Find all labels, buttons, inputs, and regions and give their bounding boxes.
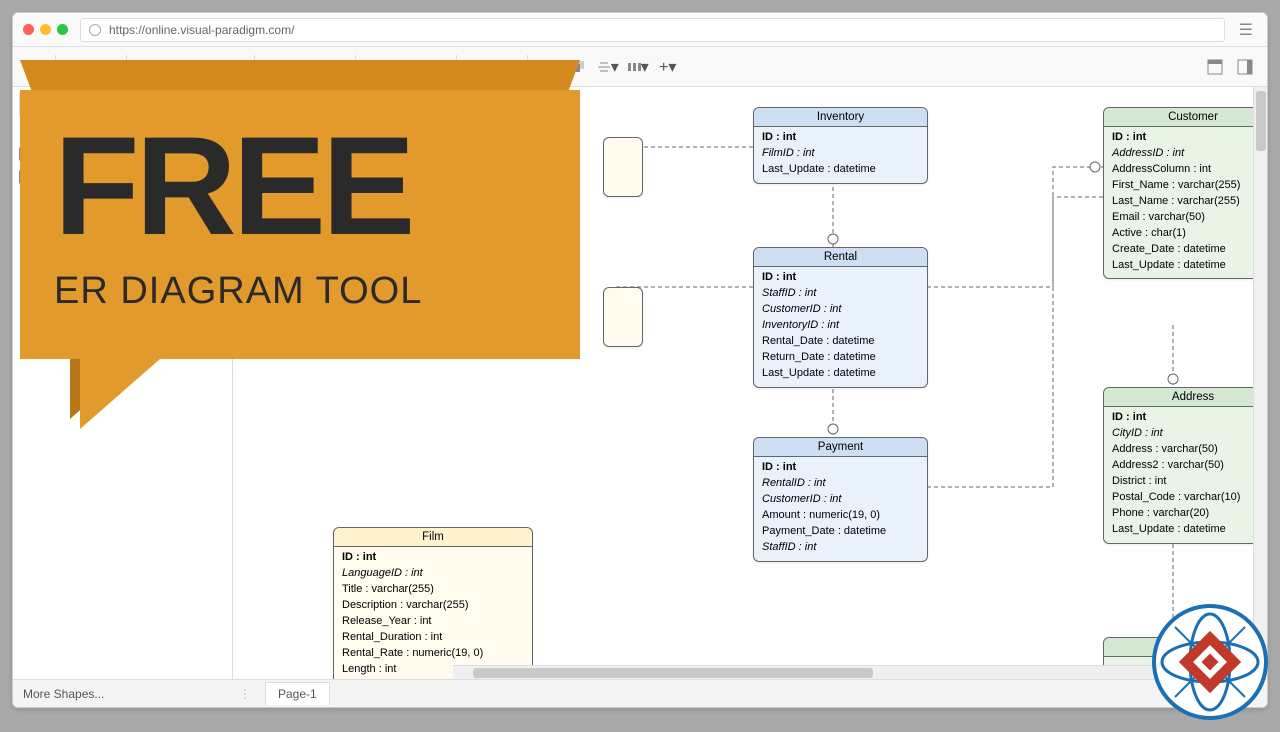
entity-body: ID : int CityID : int Address : varchar(… xyxy=(1104,407,1267,543)
entity-inventory[interactable]: Inventory ID : int FilmID : int Last_Upd… xyxy=(753,107,928,184)
url-text: https://online.visual-paradigm.com/ xyxy=(109,23,294,37)
url-bar[interactable]: https://online.visual-paradigm.com/ xyxy=(80,18,1225,42)
banner-subtitle: ER DIAGRAM TOOL xyxy=(54,270,546,313)
format-panel-button[interactable] xyxy=(1231,53,1259,81)
site-info-icon xyxy=(89,24,101,36)
outline-panel-button[interactable] xyxy=(1201,53,1229,81)
entity-customer[interactable]: Customer ID : int AddressID : int Addres… xyxy=(1103,107,1267,279)
entity-title: Film xyxy=(334,528,532,547)
entity-title: Inventory xyxy=(754,108,927,127)
entity-rental[interactable]: Rental ID : int StaffID : int CustomerID… xyxy=(753,247,928,388)
horizontal-scrollbar[interactable] xyxy=(453,665,1253,679)
entity-address[interactable]: Address ID : int CityID : int Address : … xyxy=(1103,387,1267,544)
vertical-scrollbar[interactable] xyxy=(1253,87,1267,679)
visual-paradigm-logo xyxy=(1150,602,1270,722)
status-bar: More Shapes... ⋮ Page-1 xyxy=(13,679,1267,707)
more-shapes-button[interactable]: More Shapes... xyxy=(13,687,233,701)
entity-obscured-1[interactable] xyxy=(603,137,643,197)
titlebar: https://online.visual-paradigm.com/ ☰ xyxy=(13,13,1267,47)
add-button[interactable]: +▾ xyxy=(654,53,682,81)
entity-body: ID : int LanguageID : int Title : varcha… xyxy=(334,547,532,679)
entity-title: Customer xyxy=(1104,108,1267,127)
entity-body: ID : int RentalID : int CustomerID : int… xyxy=(754,457,927,561)
maximize-icon[interactable] xyxy=(57,24,68,35)
align-button[interactable]: ▾ xyxy=(594,53,622,81)
entity-title: Payment xyxy=(754,438,927,457)
entity-film[interactable]: Film ID : int LanguageID : int Title : v… xyxy=(333,527,533,679)
promo-banner: FREE ER DIAGRAM TOOL xyxy=(20,60,580,500)
entity-payment[interactable]: Payment ID : int RentalID : int Customer… xyxy=(753,437,928,562)
entity-obscured-2[interactable] xyxy=(603,287,643,347)
distribute-button[interactable]: ▾ xyxy=(624,53,652,81)
entity-title: Rental xyxy=(754,248,927,267)
entity-title: Address xyxy=(1104,388,1267,407)
minimize-icon[interactable] xyxy=(40,24,51,35)
hamburger-icon[interactable]: ☰ xyxy=(1235,16,1257,44)
entity-body: ID : int StaffID : int CustomerID : int … xyxy=(754,267,927,387)
traffic-lights xyxy=(23,24,68,35)
close-icon[interactable] xyxy=(23,24,34,35)
page-tab[interactable]: Page-1 xyxy=(265,682,330,705)
grip-icon[interactable]: ⋮ xyxy=(233,687,257,701)
entity-body: ID : int AddressID : int AddressColumn :… xyxy=(1104,127,1267,278)
entity-body: ID : int FilmID : int Last_Update : date… xyxy=(754,127,927,183)
banner-title: FREE xyxy=(54,116,546,256)
